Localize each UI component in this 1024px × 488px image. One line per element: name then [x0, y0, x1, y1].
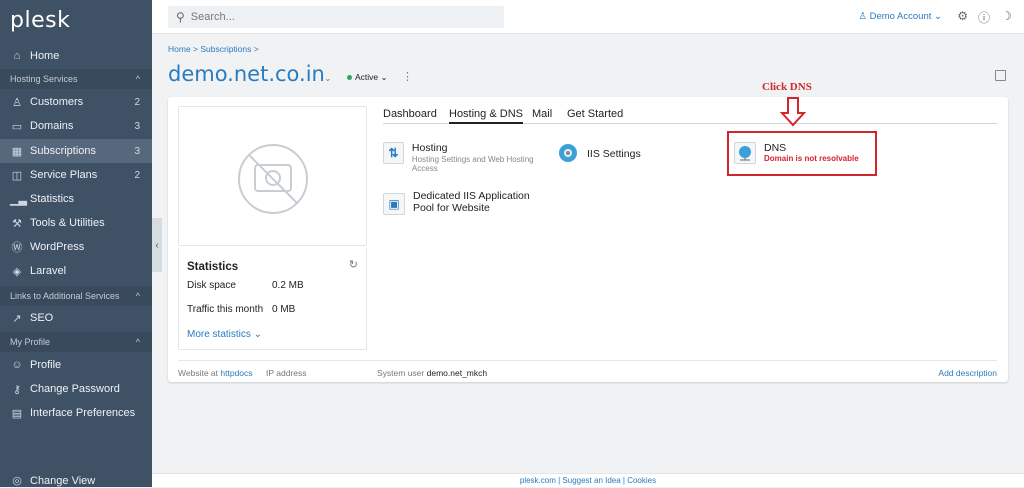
tab-bar: Dashboard Hosting & DNS Mail Get Started: [383, 108, 997, 124]
tools-icon: ⚒: [12, 217, 22, 230]
iis-settings-tool[interactable]: IIS Settings: [557, 142, 677, 164]
click-dns-annotation: Click DNS: [762, 81, 812, 93]
key-icon: ⚷: [12, 383, 22, 396]
add-description-link[interactable]: Add description: [938, 368, 997, 378]
status-badge[interactable]: Active ⌄: [347, 72, 388, 83]
hosting-settings-icon: ⇅: [383, 142, 404, 164]
side-panel-toggle-icon[interactable]: [995, 70, 1006, 81]
hosting-tool[interactable]: ⇅ Hosting Hosting Settings and Web Hostin…: [383, 142, 553, 173]
sidebar-item-statistics[interactable]: ▁▃ Statistics: [0, 187, 152, 211]
statistics-panel: Statistics ↻ Disk space 0.2 MB Traffic th…: [178, 248, 367, 350]
sidebar-item-customers[interactable]: ♙ Customers 2: [0, 90, 152, 114]
system-user: System user demo.net_mkch: [377, 368, 488, 378]
status-dot: [347, 75, 352, 81]
tab-hosting-dns[interactable]: Hosting & DNS: [449, 108, 523, 124]
sidebar-item-domains[interactable]: ▭ Domains 3: [0, 114, 152, 138]
sidebar-item-profile[interactable]: ☺ Profile: [0, 353, 152, 377]
seo-icon: ↗: [12, 312, 22, 325]
tab-mail[interactable]: Mail: [532, 108, 552, 120]
no-camera-icon: [238, 144, 308, 214]
arrow-down-icon: [780, 97, 806, 127]
section-hosting-services[interactable]: Hosting Services ^: [0, 69, 152, 89]
sidebar-item-subscriptions[interactable]: ▦ Subscriptions 3: [0, 139, 152, 163]
chevron-left-icon: ‹: [155, 239, 159, 251]
footer-links[interactable]: plesk.com | Suggest an Idea | Cookies: [152, 473, 1024, 487]
disk-space-row: Disk space 0.2 MB: [187, 280, 304, 291]
httpdocs-link[interactable]: httpdocs: [220, 368, 252, 378]
sidebar-item-change-view[interactable]: ◎ Change View: [0, 474, 152, 488]
page-title[interactable]: demo.net.co.in: [168, 62, 325, 86]
breadcrumb[interactable]: Home > Subscriptions >: [168, 44, 259, 54]
chevron-up-icon: ^: [135, 337, 140, 347]
dark-mode-icon[interactable]: ☽: [1001, 9, 1012, 23]
chevron-down-icon[interactable]: ⌄: [324, 73, 332, 84]
extensions-icon[interactable]: ⚙: [957, 9, 968, 23]
website-at: Website at httpdocs: [178, 368, 253, 378]
ip-address: IP address: [266, 368, 307, 378]
sidebar-collapse-button[interactable]: ‹: [152, 218, 162, 272]
section-my-profile[interactable]: My Profile ^: [0, 332, 152, 352]
change-view-icon: ◎: [12, 475, 22, 487]
home-icon: ⌂: [13, 50, 21, 62]
sidebar-item-seo[interactable]: ↗ SEO: [0, 306, 152, 330]
sidebar-item-change-password[interactable]: ⚷ Change Password: [0, 377, 152, 401]
bar-chart-icon: ▁▃: [10, 193, 27, 206]
traffic-row: Traffic this month 0 MB: [187, 304, 296, 315]
sidebar-item-home[interactable]: ⌂ Home: [0, 44, 152, 68]
user-icon: ♙: [12, 96, 22, 109]
section-links-additional[interactable]: Links to Additional Services ^: [0, 286, 152, 306]
chevron-up-icon: ^: [135, 74, 140, 84]
preferences-icon: ▤: [11, 407, 23, 420]
account-menu[interactable]: ♙ Demo Account ⌄: [858, 11, 942, 22]
help-icon[interactable]: ⓘ: [978, 9, 990, 26]
tab-dashboard[interactable]: Dashboard: [383, 108, 437, 120]
tab-get-started[interactable]: Get Started: [567, 108, 623, 120]
dns-highlight-box: [727, 131, 877, 176]
iis-globe-icon: [557, 142, 579, 164]
book-icon: ◫: [11, 169, 23, 182]
plesk-logo: plesk: [10, 8, 71, 33]
more-statistics-link[interactable]: More statistics ⌄: [187, 329, 262, 340]
monitor-icon: ▭: [11, 120, 23, 133]
sidebar-item-laravel[interactable]: ◈ Laravel: [0, 259, 152, 283]
sidebar-item-interface-preferences[interactable]: ▤ Interface Preferences: [0, 401, 152, 425]
sidebar-item-tools[interactable]: ⚒ Tools & Utilities: [0, 211, 152, 235]
wordpress-icon: Ⓦ: [11, 242, 23, 254]
refresh-icon[interactable]: ↻: [349, 258, 358, 271]
statistics-title: Statistics: [187, 261, 239, 273]
divider: [178, 360, 997, 361]
search-input[interactable]: ⚲ Search...: [168, 6, 504, 28]
search-icon: ⚲: [176, 10, 185, 24]
chevron-up-icon: ^: [135, 291, 140, 301]
website-preview: [178, 106, 367, 246]
sidebar-item-service-plans[interactable]: ◫ Service Plans 2: [0, 163, 152, 187]
profile-icon: ☺: [11, 359, 23, 371]
top-bar: ⚲ Search... ♙ Demo Account ⌄ ⚙ ⓘ ☽: [152, 0, 1024, 34]
app-pool-tool[interactable]: ▣ Dedicated IIS Application Pool for Web…: [383, 190, 563, 215]
sidebar: plesk ⌂ Home Hosting Services ^ ♙ Customers…: [0, 0, 152, 487]
grid-icon: ▦: [11, 145, 23, 158]
sidebar-item-wordpress[interactable]: Ⓦ WordPress: [0, 235, 152, 259]
app-pool-icon: ▣: [383, 193, 405, 215]
laravel-icon: ◈: [12, 265, 22, 278]
more-actions-icon[interactable]: ⋮: [402, 70, 413, 83]
